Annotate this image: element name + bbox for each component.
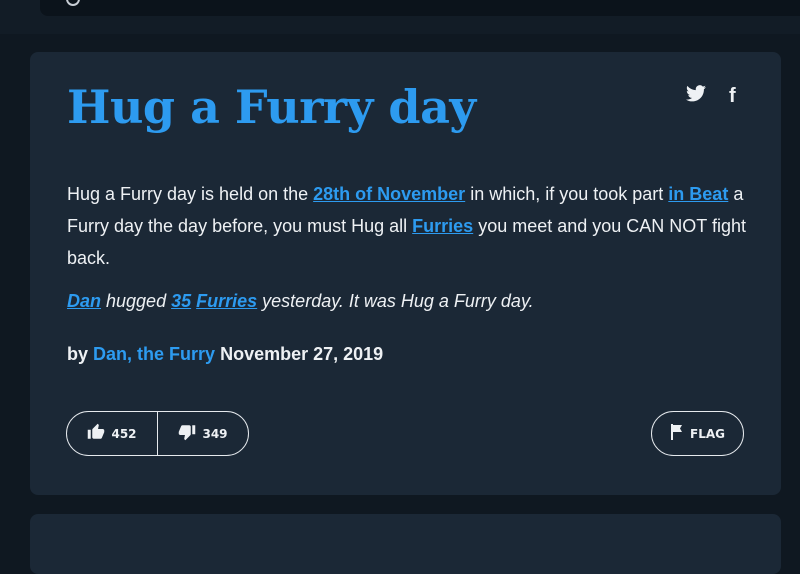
meaning-link[interactable]: Furries bbox=[412, 216, 473, 236]
thumbs-down-icon bbox=[178, 423, 196, 444]
meaning-link[interactable]: 28th of November bbox=[313, 184, 465, 204]
thumbs-up-button[interactable]: 452 bbox=[67, 412, 158, 455]
by-label: by bbox=[67, 344, 89, 364]
thumbs-up-count: 452 bbox=[111, 426, 137, 441]
contributor-byline: by Dan, the Furry November 27, 2019 bbox=[67, 344, 383, 365]
flag-label: FLAG bbox=[690, 426, 725, 441]
example-link[interactable]: Furries bbox=[196, 291, 257, 311]
flag-icon bbox=[670, 424, 684, 443]
search-icon[interactable] bbox=[66, 0, 80, 6]
definition-example: Dan hugged 35 Furries yesterday. It was … bbox=[67, 291, 534, 312]
thumbs-down-count: 349 bbox=[202, 426, 228, 441]
post-date: November 27, 2019 bbox=[220, 344, 384, 364]
definition-word[interactable]: Hug a Furry day bbox=[67, 80, 476, 134]
twitter-icon[interactable] bbox=[686, 85, 706, 102]
flag-button[interactable]: FLAG bbox=[651, 411, 744, 456]
definition-meaning: Hug a Furry day is held on the 28th of N… bbox=[67, 178, 747, 274]
meaning-text: Hug a Furry day is held on the bbox=[67, 184, 314, 204]
author-link[interactable]: Dan, the Furry bbox=[93, 344, 215, 364]
example-link[interactable]: 35 bbox=[171, 291, 191, 311]
definition-card: Hug a Furry day f Hug a Furry day is hel… bbox=[30, 52, 781, 495]
example-link[interactable]: Dan bbox=[67, 291, 101, 311]
next-definition-card bbox=[30, 514, 781, 574]
vote-buttons: 452 349 bbox=[66, 411, 249, 456]
thumbs-down-button[interactable]: 349 bbox=[158, 412, 248, 455]
meaning-text: in which, if you took part bbox=[465, 184, 669, 204]
top-bar bbox=[0, 0, 800, 34]
search-bar[interactable] bbox=[40, 0, 800, 16]
example-text: yesterday. It was Hug a Furry day. bbox=[257, 291, 534, 311]
facebook-icon[interactable]: f bbox=[729, 85, 736, 108]
meaning-link[interactable]: in Beat bbox=[668, 184, 728, 204]
example-text: hugged bbox=[101, 291, 172, 311]
thumbs-up-icon bbox=[87, 423, 105, 444]
